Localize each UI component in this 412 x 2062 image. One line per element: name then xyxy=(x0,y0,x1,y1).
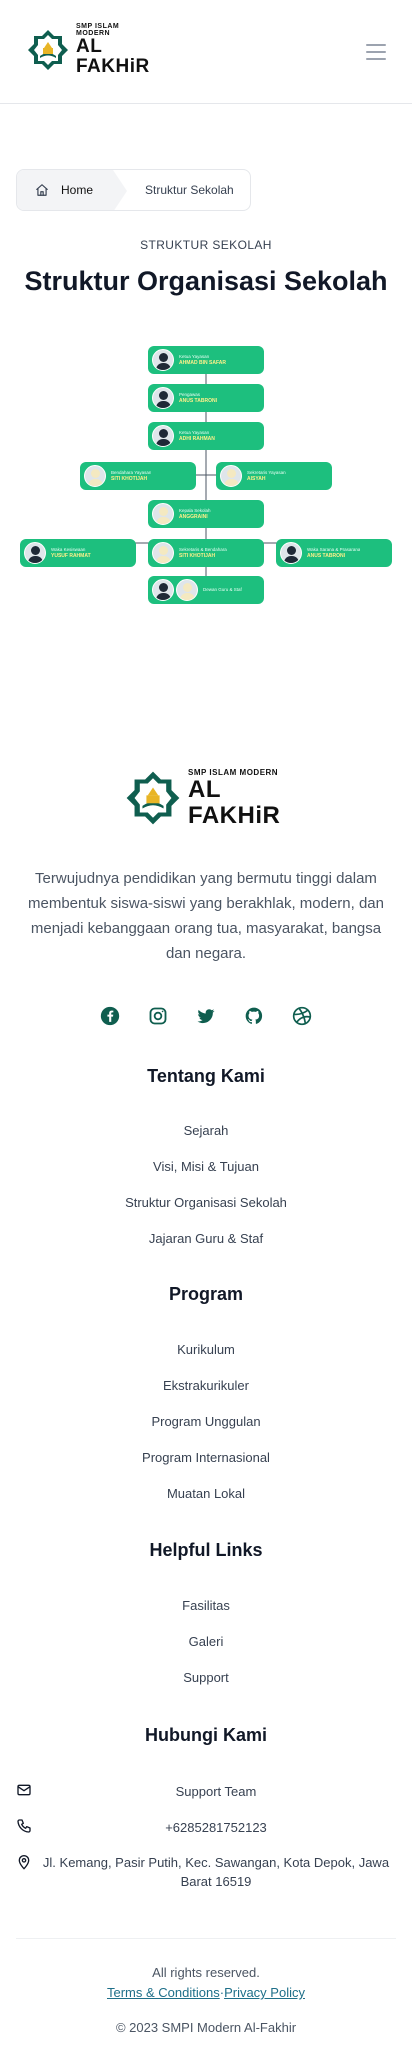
org-name: ANUS TABRONI xyxy=(179,397,217,404)
org-name: YUSUF RAHMAT xyxy=(51,552,91,559)
phone-icon xyxy=(16,1818,36,1837)
avatar xyxy=(152,425,174,447)
org-node-sekretaris-bendahara: Sekretaris & Bendahara SITI KHOTIJAH xyxy=(148,539,264,567)
school-emblem-icon xyxy=(124,769,182,827)
avatar xyxy=(24,542,46,564)
footer-link-internasional[interactable]: Program Internasional xyxy=(0,1450,412,1465)
site-header: SMP ISLAM MODERN AL FAKHiR xyxy=(0,0,412,104)
org-role: Dewan Guru & Staf xyxy=(203,587,242,592)
facebook-icon[interactable] xyxy=(99,1005,121,1027)
footer-link-support[interactable]: Support xyxy=(0,1670,412,1685)
rights-text: All rights reserved. xyxy=(152,1965,260,1980)
org-name: AHMAD BIN SAFAR xyxy=(179,359,226,366)
footer-link-ekstrakurikuler[interactable]: Ekstrakurikuler xyxy=(0,1378,412,1393)
footer-link-kurikulum[interactable]: Kurikulum xyxy=(0,1342,412,1357)
org-node-dewan-guru: Dewan Guru & Staf xyxy=(148,576,264,604)
legal-links: Terms & Conditions·Privacy Policy xyxy=(0,1985,412,2000)
footer-link-muatan-lokal[interactable]: Muatan Lokal xyxy=(0,1486,412,1501)
org-node-waka-sarana: Waka Sarana & Prasarana ANUS TABRONI xyxy=(276,539,392,567)
school-emblem-icon xyxy=(26,28,70,72)
avatar xyxy=(220,465,242,487)
avatar xyxy=(280,542,302,564)
footer-link-struktur[interactable]: Struktur Organisasi Sekolah xyxy=(0,1195,412,1210)
org-chart-image: Ketua Yayasan AHMAD BIN SAFAR Pengawas ANU… xyxy=(0,340,412,620)
footer-logo[interactable]: SMP ISLAM MODERN AL FAKHiR xyxy=(124,766,288,830)
contact-support-label: Support Team xyxy=(175,1784,257,1799)
contact-address: Jl. Kemang, Pasir Putih, Kec. Sawangan, … xyxy=(16,1853,396,1891)
site-logo[interactable]: SMP ISLAM MODERN AL FAKHiR xyxy=(26,23,154,77)
footer-heading-contact: Hubungi Kami xyxy=(145,1725,267,1745)
github-icon[interactable] xyxy=(243,1005,265,1027)
avatar xyxy=(152,503,174,525)
org-node-kepala-sekolah: Kepala Sekolah ANGGRAINI xyxy=(148,500,264,528)
hamburger-icon[interactable] xyxy=(366,44,386,60)
contact-phone[interactable]: +6285281752123 xyxy=(16,1818,396,1837)
logo-title: AL FAKHiR xyxy=(76,36,150,77)
instagram-icon[interactable] xyxy=(147,1005,169,1027)
footer-heading-helpful: Helpful Links xyxy=(149,1540,263,1560)
org-name: SITI KHOTIJAH xyxy=(179,552,216,559)
avatar xyxy=(84,465,106,487)
org-name: ANGGRAINI xyxy=(179,513,208,520)
breadcrumb-home[interactable]: Home xyxy=(17,170,128,210)
org-node-sekretaris: Sekretaris Yayasan AISYAH xyxy=(216,462,332,490)
contact-support[interactable]: Support Team xyxy=(16,1782,396,1801)
location-pin-icon xyxy=(16,1853,36,1891)
avatar xyxy=(176,579,198,601)
terms-link[interactable]: Terms & Conditions xyxy=(107,1985,220,2000)
avatar xyxy=(152,579,174,601)
footer-link-visi-misi[interactable]: Visi, Misi & Tujuan xyxy=(0,1159,412,1174)
breadcrumb: Home Struktur Sekolah xyxy=(16,169,251,211)
footer-heading-about: Tentang Kami xyxy=(147,1066,265,1086)
org-name: AISYAH xyxy=(247,475,266,482)
footer-logo-title: AL FAKHiR xyxy=(188,775,281,829)
logo-subtitle: SMP ISLAM MODERN xyxy=(76,23,120,37)
dribbble-icon[interactable] xyxy=(291,1005,313,1027)
org-node-bendahara: Bendahara Yayasan SITI KHOTIJAH xyxy=(80,462,196,490)
social-links xyxy=(0,1005,412,1027)
org-name: ANUS TABRONI xyxy=(307,552,345,559)
footer-link-unggulan[interactable]: Program Unggulan xyxy=(0,1414,412,1429)
contact-address-text: Jl. Kemang, Pasir Putih, Kec. Sawangan, … xyxy=(42,1855,390,1889)
breadcrumb-current: Struktur Sekolah xyxy=(145,183,234,197)
section-kicker: STRUKTUR SEKOLAH xyxy=(140,238,272,252)
org-node-ketua-yayasan-2: Ketua Yayasan ADHI RAHMAN xyxy=(148,422,264,450)
avatar xyxy=(152,542,174,564)
footer-tagline: Terwujudnya pendidikan yang bermutu ting… xyxy=(28,870,384,962)
avatar xyxy=(152,387,174,409)
breadcrumb-home-label: Home xyxy=(61,183,94,197)
org-node-pengawas: Pengawas ANUS TABRONI xyxy=(148,384,264,412)
footer-link-guru-staf[interactable]: Jajaran Guru & Staf xyxy=(0,1231,412,1246)
footer-link-galeri[interactable]: Galeri xyxy=(0,1634,412,1649)
avatar xyxy=(152,349,174,371)
footer-link-sejarah[interactable]: Sejarah xyxy=(0,1123,412,1138)
footer-heading-program: Program xyxy=(168,1284,244,1304)
contact-phone-number: +6285281752123 xyxy=(165,1820,267,1835)
mail-icon xyxy=(16,1782,36,1801)
page-title: Struktur Organisasi Sekolah xyxy=(24,266,388,296)
org-node-waka-kesiswaan: Waka Kesiswaan YUSUF RAHMAT xyxy=(20,539,136,567)
twitter-icon[interactable] xyxy=(195,1005,217,1027)
org-node-ketua-yayasan: Ketua Yayasan AHMAD BIN SAFAR xyxy=(148,346,264,374)
home-icon xyxy=(35,183,49,197)
privacy-link[interactable]: Privacy Policy xyxy=(224,1985,305,2000)
org-name: SITI KHOTIJAH xyxy=(111,475,148,482)
footer-divider xyxy=(16,1938,396,1939)
copyright-text: © 2023 SMPI Modern Al-Fakhir xyxy=(115,2020,297,2035)
footer-link-fasilitas[interactable]: Fasilitas xyxy=(0,1598,412,1613)
org-name: ADHI RAHMAN xyxy=(179,435,215,442)
